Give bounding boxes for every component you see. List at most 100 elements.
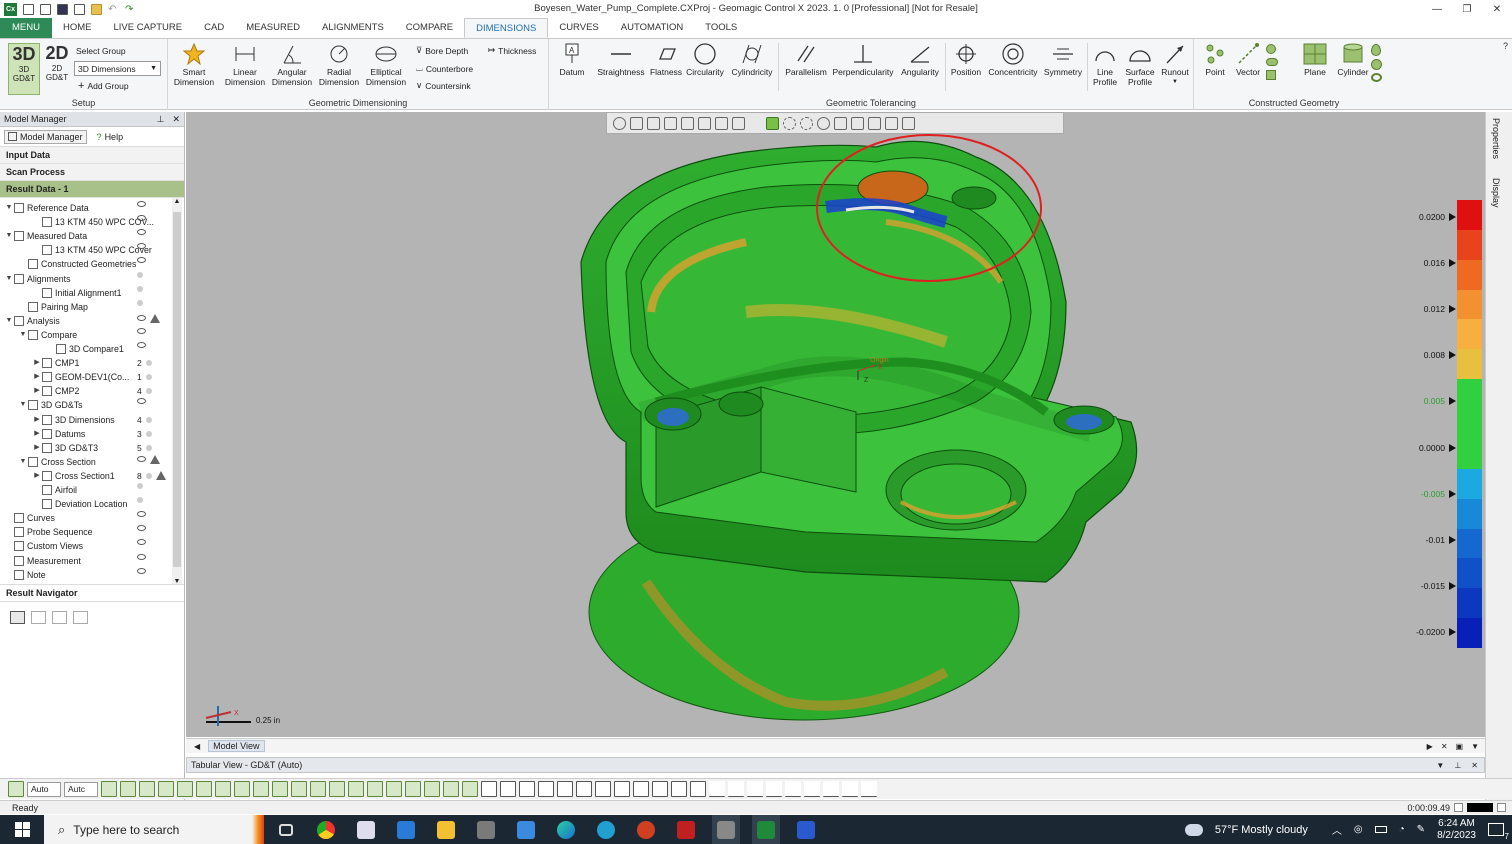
wifi-icon[interactable]: ◔ [1399,824,1405,835]
redo-icon[interactable]: ↷ [125,4,136,15]
new-file-icon[interactable] [23,3,34,15]
visibility-dot-icon[interactable] [145,430,152,437]
properties-tab[interactable]: Properties [1491,118,1501,159]
visibility-dot-icon[interactable] [137,285,143,292]
group-dropdown[interactable]: 3D Dimensions ▼ [74,61,161,76]
app-icon[interactable] [352,815,380,844]
filter-icon[interactable] [310,781,326,797]
tree-item[interactable]: ▶ CMP2 4 [0,384,152,398]
linear-dimension-button[interactable]: Linear Dimension [222,43,268,87]
pen-icon[interactable]: ✎ [1417,824,1425,835]
color-bar-tick[interactable] [1449,443,1456,452]
powerpoint-icon[interactable] [632,815,660,844]
tree-item[interactable]: Measurement [0,553,146,568]
line-profile-button[interactable]: Line Profile [1089,43,1121,87]
color-bar-tick[interactable] [1449,351,1456,360]
tab-tools[interactable]: TOOLS [694,18,748,38]
expand-icon[interactable]: ▶ [32,370,42,384]
2d-gdt-button[interactable]: 2D 2D GD&T [42,43,72,95]
notification-icon[interactable]: 7 [1488,823,1509,841]
tab-curves[interactable]: CURVES [548,18,609,38]
measure-icon[interactable] [804,781,820,797]
tabular-view-header[interactable]: Tabular View - GD&T (Auto) ▼ ⊥ ✕ [186,757,1485,773]
filter-icon[interactable] [348,781,364,797]
navigator-icon[interactable] [52,611,67,624]
filter-icon[interactable] [158,781,174,797]
navigator-icon[interactable] [73,611,88,624]
close-icon[interactable]: ✕ [1471,761,1478,770]
measure-icon[interactable] [842,781,858,797]
collapse-icon[interactable]: ▼ [4,314,14,328]
tool-icon[interactable] [557,781,573,797]
tree-item[interactable]: ▶ 3D Dimensions 4 [0,413,152,427]
filter-icon[interactable] [101,781,117,797]
visibility-eye-icon[interactable] [137,229,146,236]
visibility-dot-icon[interactable] [145,360,152,367]
system-tray-icon[interactable]: ◎ [1354,824,1363,835]
selection-mode-select[interactable]: Auto [27,781,61,797]
import-icon[interactable] [40,3,51,15]
tree-scrollbar[interactable]: ▲ ▼ [172,198,182,584]
tree-item[interactable]: ▶ Datums 3 [0,427,152,441]
position-button[interactable]: Position [947,43,985,77]
surface-profile-button[interactable]: Surface Profile [1123,43,1157,87]
tree-item[interactable]: ▼ 3D GD&Ts [0,398,146,412]
smart-dimension-button[interactable]: Smart Dimension [172,43,216,87]
visibility-dot-icon[interactable] [145,388,152,395]
scroll-thumb[interactable] [173,212,181,567]
perpendicularity-button[interactable]: Perpendicularity [829,43,897,77]
tool-icon[interactable] [633,781,649,797]
bore-depth-button[interactable]: ⊽ Bore Depth [416,45,468,56]
filter-icon[interactable] [405,781,421,797]
tree-item[interactable]: Deviation Location [0,497,143,511]
measure-icon[interactable] [823,781,839,797]
word-icon[interactable] [792,815,820,844]
tree-item[interactable]: ▼ Reference Data [0,201,146,215]
color-bar-tick[interactable] [1449,489,1456,498]
color-bar-tick[interactable] [1449,305,1456,314]
counterbore-button[interactable]: ⌴ Counterbore [416,63,473,74]
view-menu-icon[interactable]: ▣ [1456,742,1464,751]
tree-item[interactable]: ▼ Alignments [0,271,143,286]
color-bar-tick[interactable] [1449,397,1456,406]
expand-icon[interactable]: ▶ [32,384,42,398]
visibility-eye-icon[interactable] [137,342,146,348]
task-view-icon[interactable] [272,815,300,844]
expand-icon[interactable]: ▶ [32,356,42,370]
tab-compare[interactable]: COMPARE [395,18,464,38]
tab-measured[interactable]: MEASURED [235,18,311,38]
battery-icon[interactable] [1374,826,1387,833]
collapse-icon[interactable]: ▼ [18,398,28,412]
expand-icon[interactable]: ▶ [32,427,42,441]
parallelism-button[interactable]: Parallelism [783,43,829,77]
result-navigator[interactable]: Result Navigator [0,585,184,602]
collapse-icon[interactable]: ▼ [18,328,28,342]
tool-icon[interactable] [519,781,535,797]
tree-item[interactable]: Custom Views [0,539,146,553]
datum-button[interactable]: A Datum [555,43,589,77]
pin-icon[interactable]: ⊥ [1454,761,1461,770]
thickness-button[interactable]: ↦ Thickness [488,45,536,56]
filter-icon[interactable] [272,781,288,797]
tree-item[interactable]: Probe Sequence [0,525,146,539]
tab-dimensions[interactable]: DIMENSIONS [464,18,549,38]
visibility-dot-icon[interactable] [137,271,143,278]
3d-viewport[interactable]: Origin X Z X 0.25 in [186,112,1485,737]
tree-item[interactable]: 13 KTM 450 WPC Cover [0,243,152,257]
flatness-button[interactable]: Flatness [649,43,683,77]
collapse-icon[interactable]: ▼ [4,272,14,286]
weather-icon[interactable] [1184,823,1203,836]
chevron-up-icon[interactable]: ︿ [1332,822,1342,837]
symmetry-button[interactable]: Symmetry [1041,43,1085,77]
filter-icon[interactable] [291,781,307,797]
tree-item[interactable]: ▼ Cross Section [0,454,160,469]
app-icon[interactable] [472,815,500,844]
measure-icon[interactable] [861,781,877,797]
filter-icon[interactable] [196,781,212,797]
tree-item[interactable]: 3D Compare1 [0,342,146,356]
tab-automation[interactable]: AUTOMATION [610,18,694,38]
color-bar-tick[interactable] [1449,628,1456,636]
clock[interactable]: 6:24 AM 8/2/2023 [1437,818,1476,842]
measure-icon[interactable] [709,781,725,797]
filter-icon[interactable] [215,781,231,797]
